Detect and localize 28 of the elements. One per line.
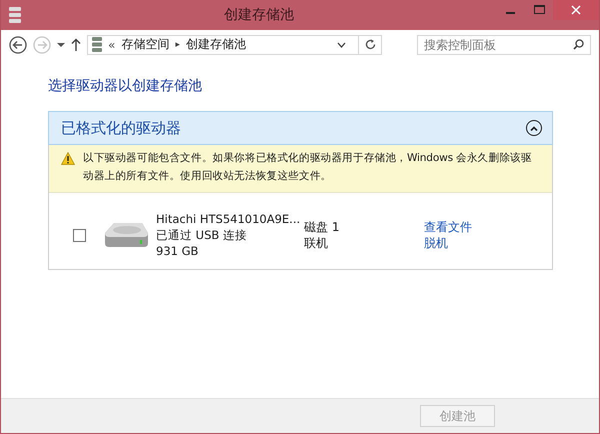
path-separator[interactable]: ▸ (175, 40, 180, 50)
warning-text: 以下驱动器可能包含文件。如果你将已格式化的驱动器用于存储池，Windows 会永久删除该驱动器上的所有文件。使用回收站无法恢复这些文件。 (83, 151, 533, 184)
drive-name: Hitachi HTS541010A9E... (156, 211, 302, 227)
dropdown-icon[interactable] (57, 42, 65, 48)
checkbox[interactable] (73, 228, 86, 242)
disk-status: 联机 (304, 235, 329, 251)
search-field[interactable]: 搜索控制面板 (417, 34, 591, 54)
back-icon[interactable] (9, 36, 27, 54)
disk-number: 磁盘 1 (304, 219, 340, 235)
collapse-button[interactable] (526, 120, 542, 136)
overflow-chevron[interactable]: « (108, 38, 116, 52)
warning-icon (61, 152, 75, 165)
drive-link[interactable]: 查看文件 (424, 219, 472, 235)
close-icon[interactable] (553, 0, 599, 20)
storage-icon (9, 7, 21, 23)
group-title: 已格式化的驱动器 (61, 118, 182, 138)
window-title: 创建存储池 (223, 6, 295, 24)
drive-size: 931 GB (156, 243, 200, 259)
search-icon[interactable] (573, 38, 584, 50)
up-arrow-icon[interactable] (71, 38, 81, 51)
breadcrumb[interactable]: 创建存储池 (186, 36, 246, 53)
drive-connection: 已通过 USB 连接 (156, 227, 248, 243)
chevron-icon (530, 126, 538, 130)
drive-link[interactable]: 脱机 (424, 235, 472, 251)
page-heading: 选择驱动器以创建存储池 (48, 77, 203, 95)
storage-icon (92, 37, 102, 52)
breadcrumb[interactable]: 存储空间 (121, 36, 170, 53)
address-bar[interactable]: « 存储空间 ▸ 创建存储池 (87, 34, 382, 54)
